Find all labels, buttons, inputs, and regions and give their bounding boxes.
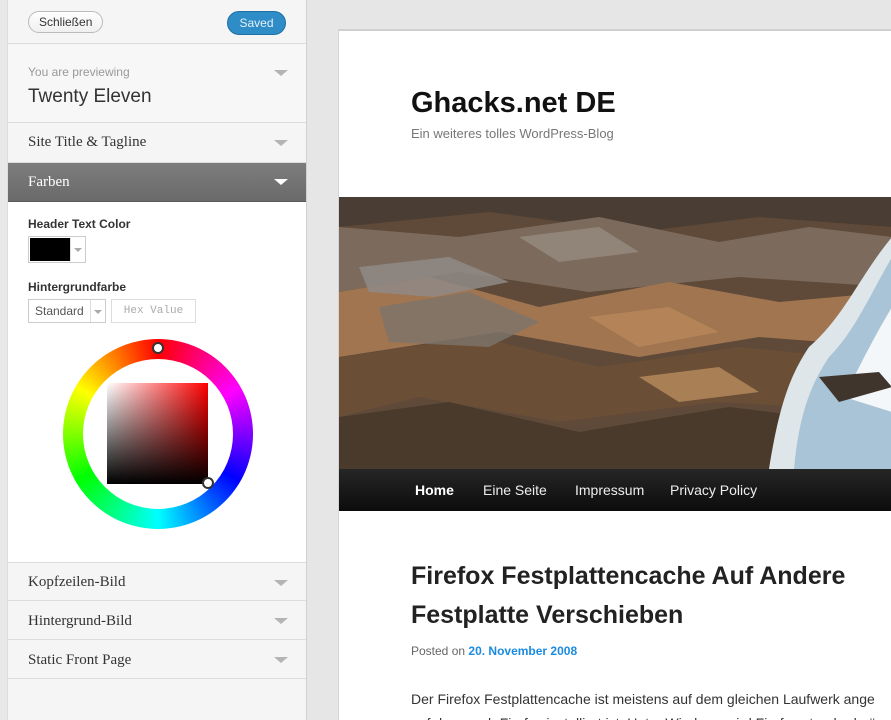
sidebar-edge <box>0 0 8 720</box>
background-color-label: Hintergrundfarbe <box>28 280 127 294</box>
chevron-down-icon <box>274 618 288 624</box>
chevron-down-icon <box>274 140 288 146</box>
chevron-down-icon <box>274 657 288 663</box>
sidebar-topbar: Schließen Saved <box>8 0 306 44</box>
section-site-title[interactable]: Site Title & Tagline <box>8 123 306 163</box>
section-farben[interactable]: Farben <box>8 163 306 202</box>
nav-item-impressum[interactable]: Impressum <box>575 482 644 498</box>
nav-item-privacy-policy[interactable]: Privacy Policy <box>670 482 757 498</box>
theme-name: Twenty Eleven <box>28 86 152 107</box>
header-image-graphic <box>339 197 891 469</box>
chevron-down-icon <box>274 580 288 586</box>
header-text-color-label: Header Text Color <box>28 217 131 231</box>
section-label: Static Front Page <box>28 652 132 668</box>
post-date-link[interactable]: 20. November 2008 <box>468 644 577 658</box>
saved-button[interactable]: Saved <box>227 11 286 35</box>
section-kopfzeilen-bild[interactable]: Kopfzeilen-Bild <box>8 563 306 601</box>
section-label: Farben <box>28 174 70 190</box>
color-wheel[interactable] <box>63 339 253 529</box>
excerpt-line: auf dem auch Firefox installiert ist. Un… <box>411 711 891 720</box>
saturation-square[interactable] <box>107 383 208 484</box>
site-preview: Ghacks.net DE Ein weiteres tolles WordPr… <box>307 0 891 720</box>
color-swatch[interactable] <box>30 238 70 261</box>
hex-value-input[interactable]: Hex Value <box>111 299 196 323</box>
section-static-front-page[interactable]: Static Front Page <box>8 640 306 679</box>
header-text-color-picker[interactable] <box>28 236 86 263</box>
customizer-sidebar: Schließen Saved You are previewing Twent… <box>0 0 307 720</box>
nav-item-eine-seite[interactable]: Eine Seite <box>483 482 547 498</box>
close-button[interactable]: Schließen <box>28 11 104 33</box>
site-title[interactable]: Ghacks.net DE <box>411 87 616 120</box>
preview-label: You are previewing <box>28 65 130 79</box>
section-hintergrund-bild[interactable]: Hintergrund-Bild <box>8 601 306 640</box>
farben-panel: Header Text Color Hintergrundfarbe Stand… <box>8 202 306 563</box>
header-image <box>339 197 891 469</box>
section-label: Kopfzeilen-Bild <box>28 574 126 590</box>
chevron-down-icon <box>274 70 288 76</box>
post-excerpt: Der Firefox Festplattencache ist meisten… <box>411 687 891 720</box>
site-tagline: Ein weiteres tolles WordPress-Blog <box>411 126 614 141</box>
preview-page: Ghacks.net DE Ein weiteres tolles WordPr… <box>338 29 891 720</box>
nav-item-home[interactable]: Home <box>415 482 454 498</box>
theme-preview-section[interactable]: You are previewing Twenty Eleven <box>8 45 306 123</box>
saturation-handle[interactable] <box>202 477 214 489</box>
chevron-down-icon[interactable] <box>90 300 105 322</box>
background-color-select[interactable]: Standard <box>28 299 106 323</box>
post-title[interactable]: Firefox Festplattencache Auf Andere Fest… <box>411 557 891 635</box>
meta-prefix: Posted on <box>411 644 466 658</box>
post-meta: Posted on 20. November 2008 <box>411 644 577 658</box>
chevron-down-icon <box>274 179 288 185</box>
section-label: Hintergrund-Bild <box>28 613 132 629</box>
hue-handle[interactable] <box>152 342 164 354</box>
chevron-down-icon[interactable] <box>70 238 84 261</box>
main-navigation: Home Eine Seite Impressum Privacy Policy <box>339 469 891 511</box>
background-color-value: Standard <box>35 304 84 318</box>
section-label: Site Title & Tagline <box>28 134 147 150</box>
excerpt-line: Der Firefox Festplattencache ist meisten… <box>411 691 875 707</box>
